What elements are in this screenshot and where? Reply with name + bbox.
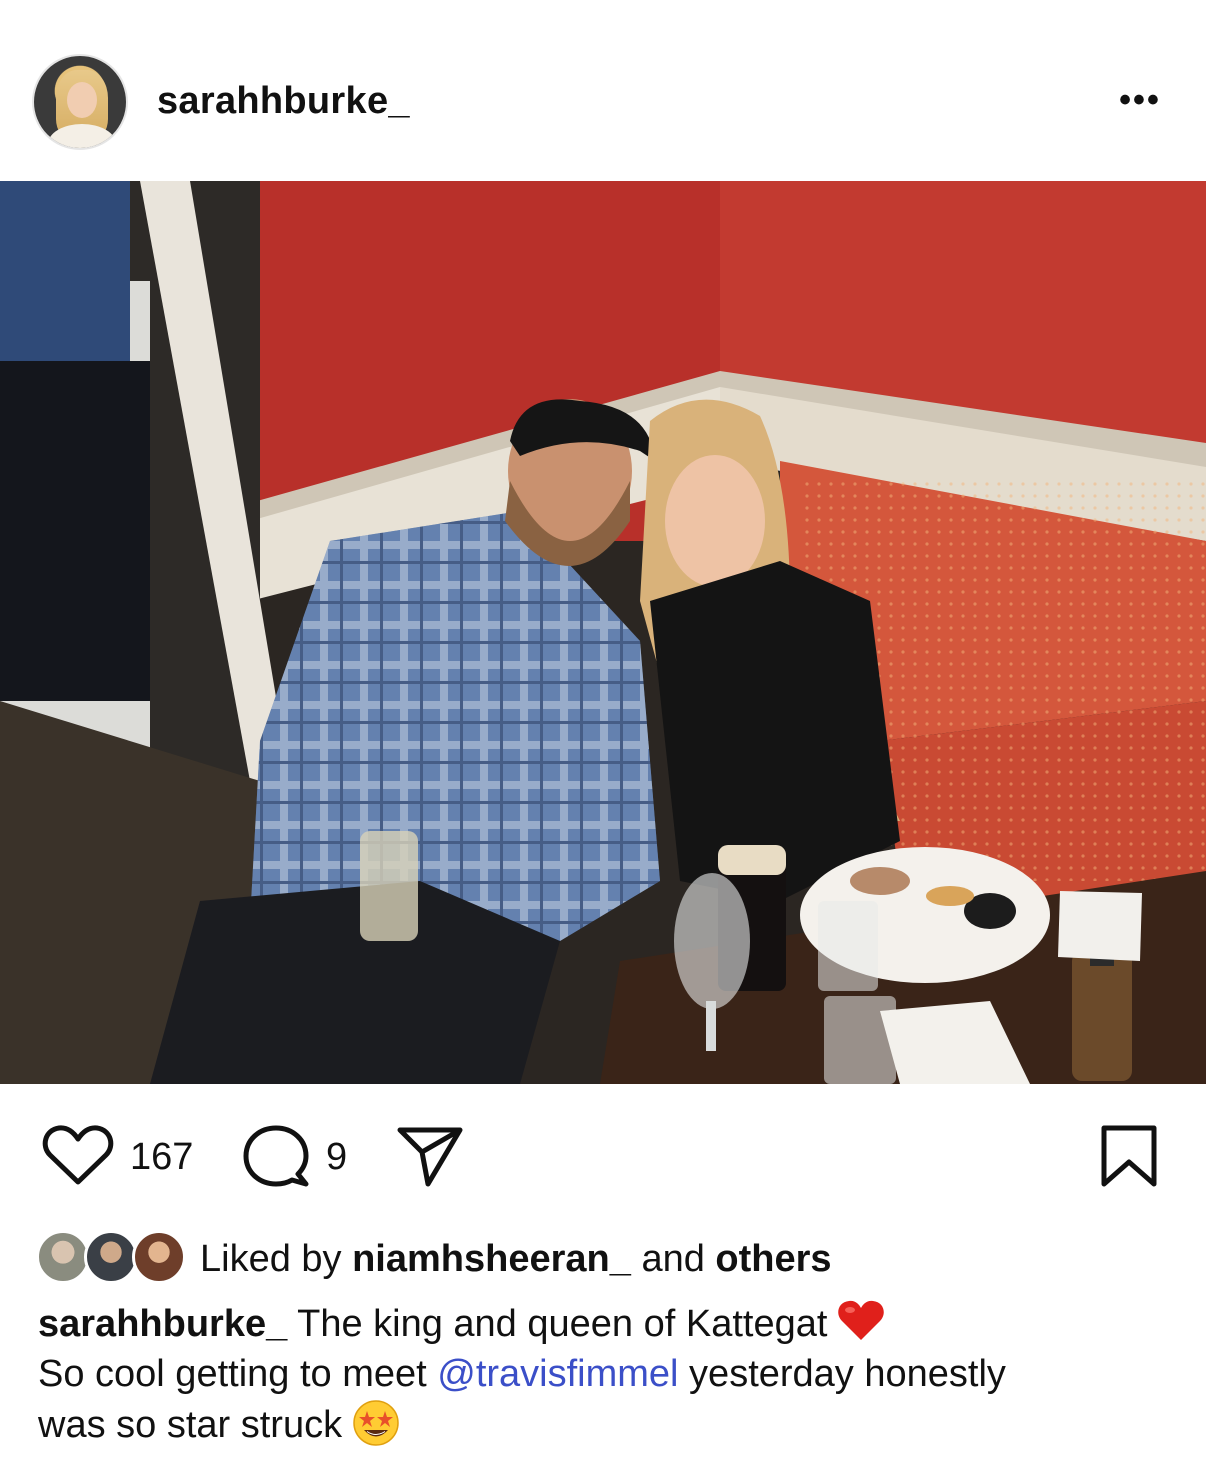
liked-by-row: Liked by niamhsheeran_ and others	[36, 1228, 1186, 1288]
caption-text-2b: yesterday honestly	[678, 1353, 1006, 1395]
liked-by-user[interactable]: niamhsheeran_	[352, 1238, 631, 1280]
caption-text-1: The king and queen of Kattegat	[287, 1303, 828, 1345]
post-caption: sarahhburke_ The king and queen of Katte…	[38, 1298, 1178, 1450]
liked-by-middle: and	[630, 1238, 716, 1280]
comment-icon[interactable]	[242, 1124, 310, 1188]
more-options-icon[interactable]: •••	[1110, 80, 1170, 120]
caption-text-2a: So cool getting to meet	[38, 1353, 438, 1395]
liked-by-text[interactable]: Liked by niamhsheeran_ and others	[200, 1238, 832, 1281]
profile-avatar[interactable]	[32, 54, 128, 150]
comment-count[interactable]: 9	[326, 1136, 347, 1179]
liker-avatar	[36, 1230, 90, 1284]
caption-text-3: was so star struck	[38, 1404, 343, 1446]
red-heart-emoji-icon	[838, 1300, 885, 1340]
post-photo[interactable]	[0, 181, 1206, 1084]
like-heart-icon[interactable]	[42, 1124, 114, 1188]
caption-line-3: was so star struck	[38, 1399, 1178, 1450]
liker-avatar	[84, 1230, 138, 1284]
liked-by-prefix: Liked by	[200, 1238, 353, 1280]
post-username[interactable]: sarahhburke_	[157, 80, 410, 123]
like-count[interactable]: 167	[130, 1136, 193, 1179]
caption-line-1: sarahhburke_ The king and queen of Katte…	[38, 1298, 1178, 1349]
post-actions-bar: 167 9	[0, 1100, 1206, 1210]
caption-mention[interactable]: @travisfimmel	[437, 1353, 678, 1395]
post-header: sarahhburke_ •••	[0, 0, 1206, 180]
liker-avatar	[132, 1230, 186, 1284]
avatar-face	[67, 82, 97, 118]
share-paper-plane-icon[interactable]	[396, 1126, 464, 1188]
photo-illustration	[0, 181, 1206, 1084]
bookmark-icon[interactable]	[1100, 1124, 1158, 1188]
caption-username[interactable]: sarahhburke_	[38, 1303, 287, 1345]
star-struck-emoji-icon	[353, 1400, 399, 1446]
caption-line-2: So cool getting to meet @travisfimmel ye…	[38, 1349, 1178, 1399]
liked-by-others[interactable]: others	[715, 1238, 831, 1280]
